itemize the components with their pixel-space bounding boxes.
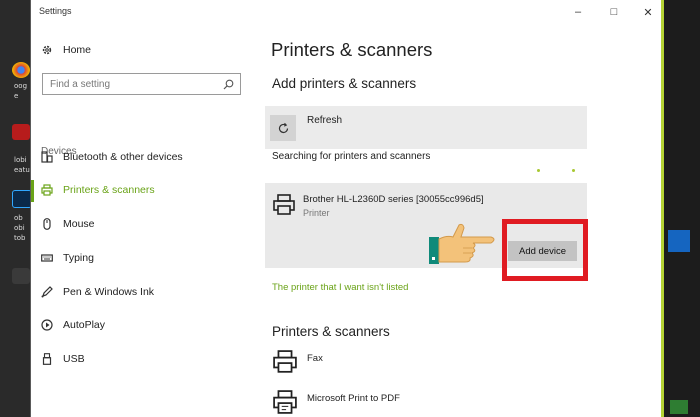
home-label: Home <box>63 44 92 56</box>
mouse-icon <box>41 218 53 230</box>
searching-status: Searching for printers and scanners <box>272 151 431 162</box>
desktop-label: oog <box>14 82 28 90</box>
desktop-label: eatu <box>14 166 30 174</box>
sidebar-item-label: USB <box>63 353 85 365</box>
progress-dot <box>572 169 575 172</box>
autoplay-icon <box>41 319 53 331</box>
desktop-label: ob <box>14 214 23 222</box>
window-title: Settings <box>39 6 72 16</box>
printer-icon <box>41 184 53 196</box>
keyboard-icon <box>41 252 53 264</box>
chrome-icon[interactable] <box>12 62 30 78</box>
printer-list-item[interactable]: Fax <box>273 350 323 374</box>
acrobat-icon[interactable] <box>12 124 30 140</box>
search-input[interactable]: Find a setting <box>42 73 241 95</box>
refresh-label: Refresh <box>307 115 343 126</box>
close-button[interactable]: ✕ <box>633 2 663 22</box>
page-title: Printers & scanners <box>271 39 433 60</box>
sidebar-item-usb[interactable]: USB <box>41 353 85 365</box>
desktop-app-icon[interactable] <box>668 230 690 252</box>
refresh-icon <box>270 115 296 141</box>
sidebar-item-bluetooth[interactable]: Bluetooth & other devices <box>41 151 183 163</box>
search-icon[interactable] <box>223 79 234 90</box>
printer-list-item[interactable]: Microsoft Print to PDF <box>273 390 400 414</box>
desktop-label: obi <box>14 224 25 232</box>
printer-icon <box>273 350 297 373</box>
desktop-label: lobi <box>14 156 27 164</box>
sidebar-item-autoplay[interactable]: AutoPlay <box>41 319 105 331</box>
printer-icon <box>273 194 295 215</box>
desktop-right-strip <box>664 0 700 417</box>
sidebar-item-pen[interactable]: Pen & Windows Ink <box>41 286 154 298</box>
desktop-left-strip: oog e lobi eatu ob obi tob <box>0 0 32 417</box>
photoshop-icon[interactable] <box>12 190 32 208</box>
printer-name: Fax <box>307 353 323 364</box>
gear-icon <box>41 44 53 56</box>
pointing-hand-icon <box>429 223 495 264</box>
title-bar: Settings – □ ✕ <box>31 0 662 24</box>
device-type: Printer <box>303 208 330 218</box>
sidebar-item-mouse[interactable]: Mouse <box>41 218 95 230</box>
main-panel: Printers & scanners Add printers & scann… <box>265 24 661 417</box>
maximize-button[interactable]: □ <box>599 2 629 22</box>
selection-indicator <box>31 180 34 202</box>
settings-window: Settings – □ ✕ Home Find a setting Devic… <box>30 0 664 417</box>
home-nav-item[interactable]: Home <box>41 44 91 56</box>
pdf-printer-icon <box>273 390 297 414</box>
sidebar-item-printers[interactable]: Printers & scanners <box>31 180 155 202</box>
desktop-label: tob <box>14 234 26 242</box>
sidebar-item-label: AutoPlay <box>63 319 106 331</box>
minimize-button[interactable]: – <box>563 2 593 22</box>
pen-icon <box>41 286 53 298</box>
app-icon[interactable] <box>12 268 30 284</box>
highlight-box <box>502 219 588 281</box>
printer-name: Microsoft Print to PDF <box>307 393 400 404</box>
sidebar-item-label: Pen & Windows Ink <box>63 286 155 298</box>
sidebar-item-typing[interactable]: Typing <box>41 252 94 264</box>
usb-icon <box>41 353 53 365</box>
add-printers-heading: Add printers & scanners <box>272 76 417 91</box>
sidebar-item-label: Printers & scanners <box>63 184 155 196</box>
desktop-app-icon[interactable] <box>670 400 688 414</box>
sidebar-item-label: Mouse <box>63 218 95 230</box>
printers-list-heading: Printers & scanners <box>272 324 390 339</box>
device-name: Brother HL-L2360D series [30055cc996d5] <box>303 194 484 205</box>
desktop-label: e <box>14 92 19 100</box>
sidebar: Home Find a setting Devices Bluetooth & … <box>31 24 263 417</box>
bluetooth-devices-icon <box>41 151 53 163</box>
sidebar-item-label: Typing <box>63 252 94 264</box>
progress-dot <box>537 169 540 172</box>
printer-not-listed-link[interactable]: The printer that I want isn't listed <box>272 282 408 293</box>
refresh-button[interactable]: Refresh <box>265 106 587 149</box>
search-placeholder: Find a setting <box>50 79 111 90</box>
sidebar-item-label: Bluetooth & other devices <box>63 151 183 163</box>
